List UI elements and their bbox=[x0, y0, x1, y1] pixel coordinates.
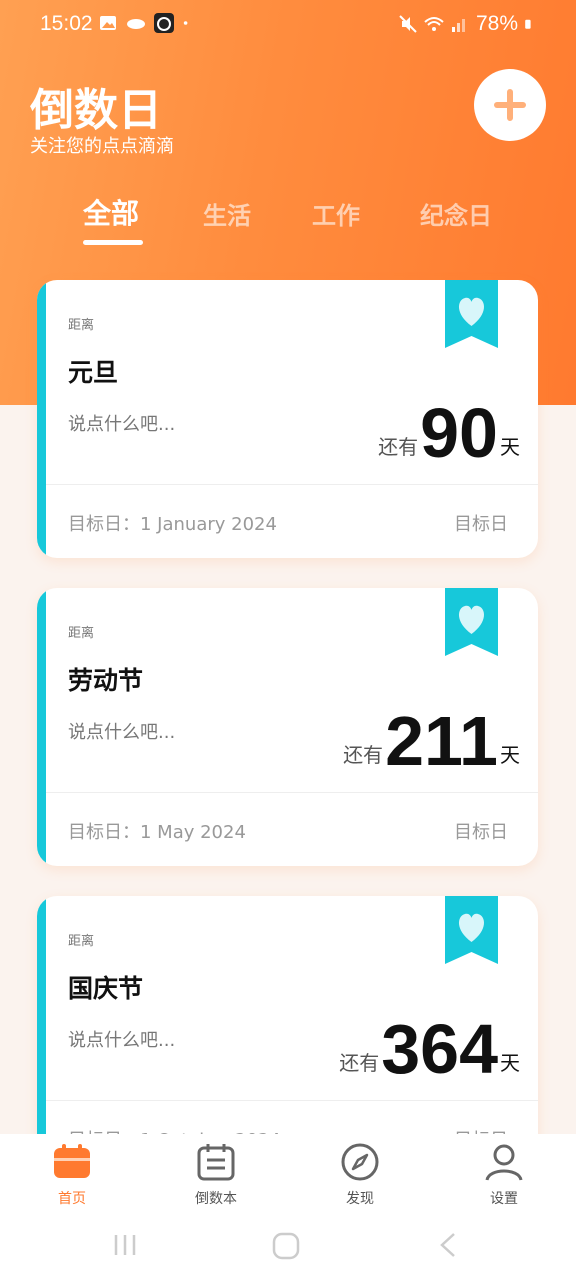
recent-apps-icon[interactable] bbox=[112, 1232, 138, 1258]
days-count: 211 bbox=[385, 702, 498, 780]
tab-all[interactable]: 全部 bbox=[83, 192, 139, 232]
battery-icon bbox=[525, 19, 531, 29]
status-time: 15:02 bbox=[40, 12, 93, 35]
target-date: 目标日：1 January 2024 bbox=[68, 514, 277, 535]
card-accent-bar bbox=[37, 896, 46, 1174]
dot-icon bbox=[183, 21, 188, 25]
user-icon bbox=[485, 1144, 523, 1181]
card-divider bbox=[46, 484, 538, 485]
mute-icon bbox=[399, 15, 417, 33]
card-note: 说点什么吧... bbox=[68, 1030, 176, 1051]
tab-life[interactable]: 生活 bbox=[203, 196, 251, 231]
days-count: 364 bbox=[381, 1010, 498, 1088]
tab-home[interactable]: 首页 bbox=[27, 1142, 117, 1208]
tab-work[interactable]: 工作 bbox=[312, 196, 360, 231]
home-nav-icon[interactable] bbox=[272, 1232, 300, 1260]
tab-discover-label: 发现 bbox=[346, 1191, 374, 1207]
card-label: 距离 bbox=[68, 318, 95, 333]
target-date: 目标日：1 May 2024 bbox=[68, 822, 246, 843]
system-nav-bar bbox=[0, 1218, 576, 1280]
plus-icon bbox=[494, 89, 526, 121]
tab-settings[interactable]: 设置 bbox=[459, 1142, 549, 1208]
days-remaining: 还有 364 天 bbox=[339, 1014, 520, 1084]
tab-discover[interactable]: 发现 bbox=[315, 1142, 405, 1208]
compass-icon bbox=[341, 1143, 379, 1181]
target-date-tag: 目标日 bbox=[454, 514, 508, 535]
bottom-tab-bar: 首页 倒数本 发现 设置 bbox=[0, 1134, 576, 1218]
battery-percent: 78% bbox=[475, 12, 518, 35]
days-remaining: 还有 211 天 bbox=[343, 706, 520, 776]
page-title: 倒数日 bbox=[30, 85, 162, 136]
tab-active-indicator bbox=[83, 240, 143, 245]
card-title: 劳动节 bbox=[68, 666, 144, 695]
days-prefix: 还有 bbox=[378, 435, 419, 459]
countdown-card[interactable]: 距离 元旦 说点什么吧... 还有 90 天 目标日：1 January 202… bbox=[37, 280, 538, 558]
card-divider bbox=[46, 792, 538, 793]
back-icon[interactable] bbox=[438, 1232, 458, 1258]
card-label: 距离 bbox=[68, 934, 95, 949]
add-button[interactable] bbox=[474, 69, 546, 141]
calendar-home-icon bbox=[54, 1144, 90, 1178]
card-accent-bar bbox=[37, 588, 46, 866]
countdown-card[interactable]: 距离 劳动节 说点什么吧... 还有 211 天 目标日：1 May 2024 … bbox=[37, 588, 538, 866]
signal-icon bbox=[451, 19, 465, 32]
card-accent-bar bbox=[37, 280, 46, 558]
cloud-icon bbox=[127, 19, 145, 29]
card-note: 说点什么吧... bbox=[68, 722, 176, 743]
card-note: 说点什么吧... bbox=[68, 414, 176, 435]
notebook-icon bbox=[197, 1144, 235, 1181]
days-unit: 天 bbox=[500, 743, 520, 767]
gallery-icon bbox=[100, 16, 116, 30]
tab-countdown-book[interactable]: 倒数本 bbox=[171, 1142, 261, 1208]
days-remaining: 还有 90 天 bbox=[378, 398, 520, 468]
category-tabs: 全部 生活 工作 纪念日 bbox=[0, 196, 576, 256]
wifi-icon bbox=[424, 17, 444, 31]
heart-bookmark-icon[interactable] bbox=[445, 588, 498, 656]
tab-countdown-book-label: 倒数本 bbox=[195, 1191, 237, 1207]
days-unit: 天 bbox=[500, 435, 520, 459]
days-unit: 天 bbox=[500, 1051, 520, 1075]
tab-anniversary[interactable]: 纪念日 bbox=[420, 196, 492, 231]
card-title: 国庆节 bbox=[68, 974, 144, 1003]
days-prefix: 还有 bbox=[343, 743, 384, 767]
days-count: 90 bbox=[420, 394, 498, 472]
status-bar: 15:02 78% bbox=[0, 0, 576, 48]
heart-bookmark-icon[interactable] bbox=[445, 896, 498, 964]
target-date-tag: 目标日 bbox=[454, 822, 508, 843]
countdown-card[interactable]: 距离 国庆节 说点什么吧... 还有 364 天 目标日：1 October 2… bbox=[37, 896, 538, 1174]
card-title: 元旦 bbox=[68, 358, 119, 387]
card-label: 距离 bbox=[68, 626, 95, 641]
tab-home-label: 首页 bbox=[58, 1191, 86, 1207]
days-prefix: 还有 bbox=[339, 1051, 380, 1075]
alarm-app-icon bbox=[154, 13, 174, 33]
card-divider bbox=[46, 1100, 538, 1101]
page-subtitle: 关注您的点点滴滴 bbox=[30, 136, 174, 157]
heart-bookmark-icon[interactable] bbox=[445, 280, 498, 348]
tab-settings-label: 设置 bbox=[490, 1191, 518, 1207]
